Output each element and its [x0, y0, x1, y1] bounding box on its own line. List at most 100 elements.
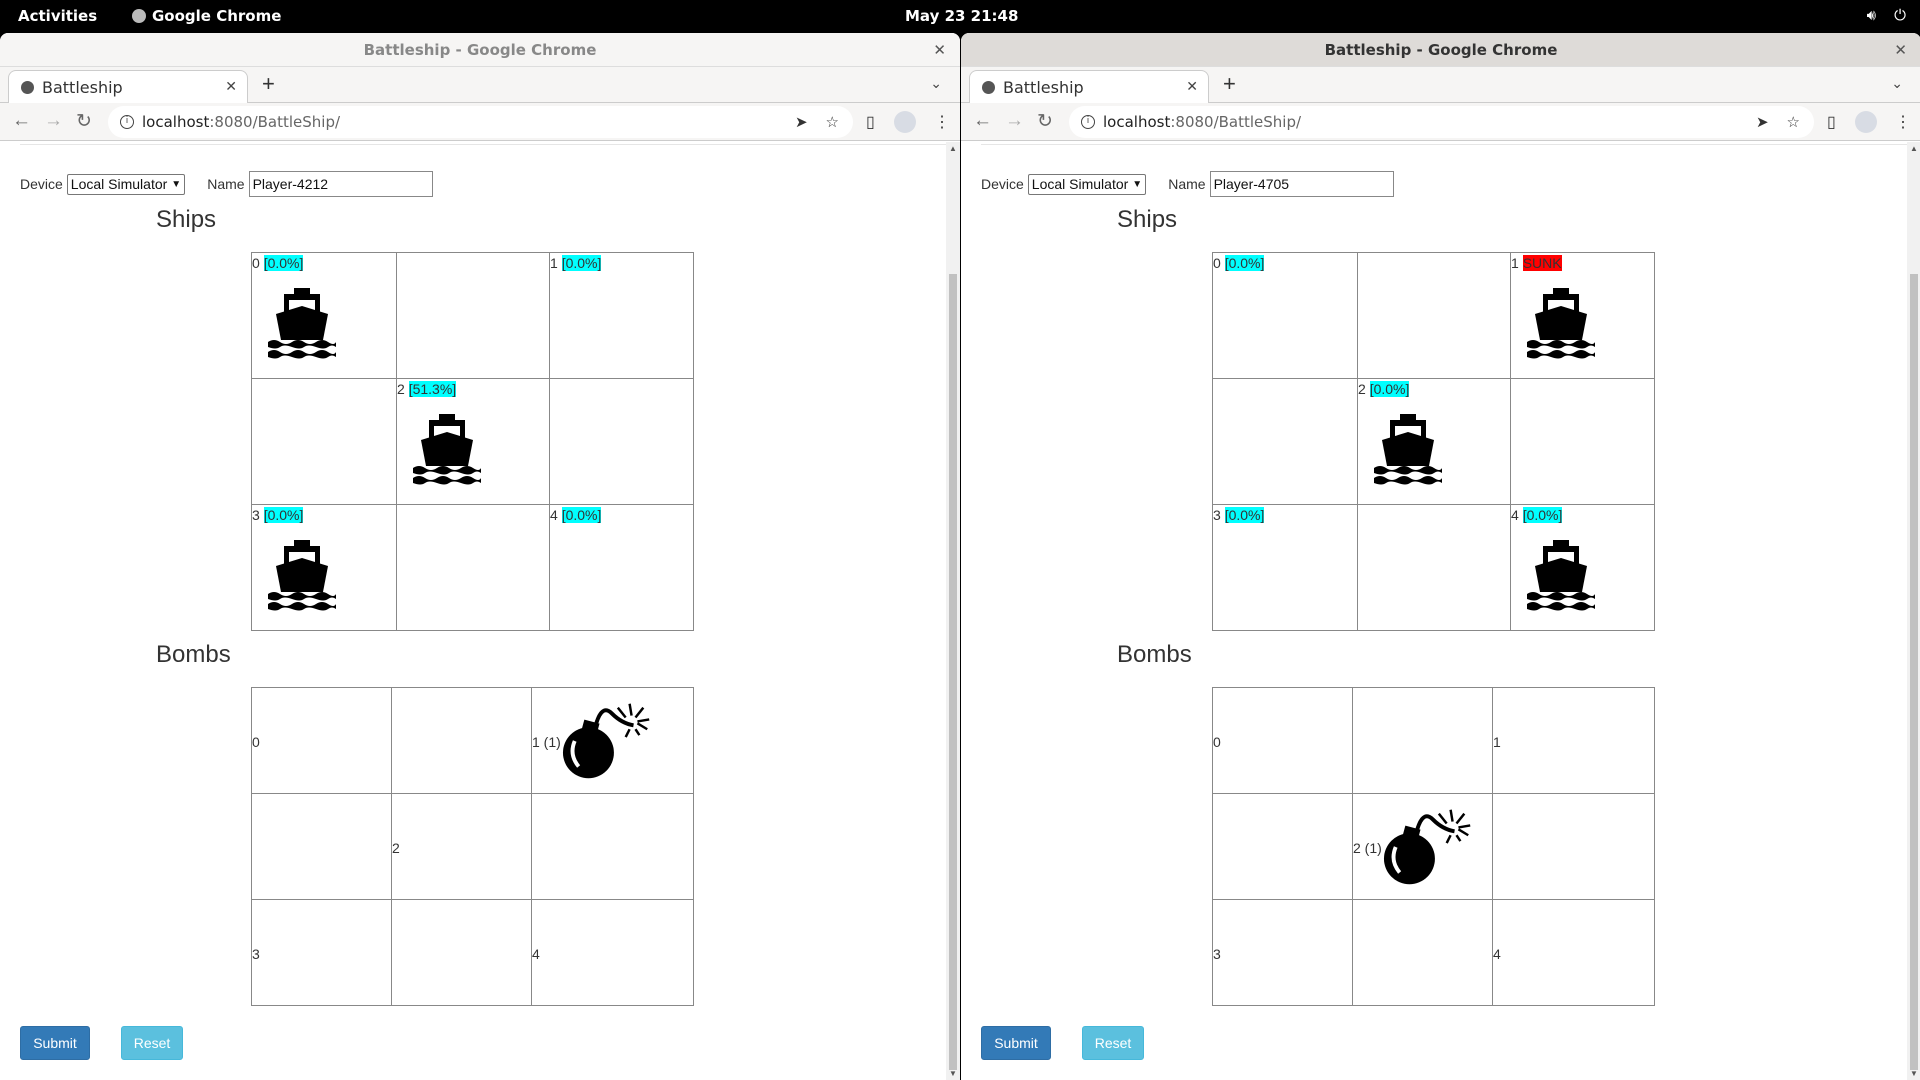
bomb-cell[interactable]: 1: [1492, 687, 1655, 794]
ship-cell[interactable]: 0 [0.0%]: [1212, 252, 1358, 379]
profile-avatar-icon[interactable]: [894, 111, 916, 133]
profile-avatar-icon[interactable]: [1855, 111, 1877, 133]
back-icon[interactable]: ←: [12, 110, 31, 132]
ship-cell[interactable]: [251, 378, 397, 505]
grid-row: 34: [251, 899, 694, 1006]
power-icon[interactable]: ⏻: [1894, 6, 1906, 24]
reload-icon[interactable]: ↻: [76, 110, 92, 133]
ship-cell[interactable]: 1 SUNK: [1510, 252, 1655, 379]
name-input[interactable]: Player-4212: [248, 171, 433, 197]
bookmark-star-icon[interactable]: ☆: [1787, 113, 1800, 131]
side-panel-icon[interactable]: ▯: [1827, 112, 1836, 132]
device-select[interactable]: Local Simulator ▼: [1027, 173, 1147, 195]
bomb-cell[interactable]: [1212, 793, 1353, 900]
ship-cell[interactable]: 4 [0.0%]: [1510, 504, 1655, 631]
ship-cell[interactable]: [1357, 504, 1511, 631]
send-icon[interactable]: ➤: [1756, 113, 1769, 131]
scroll-up-icon[interactable]: ▲: [1910, 144, 1918, 153]
info-icon[interactable]: i: [120, 115, 134, 129]
bomb-cell[interactable]: 2: [391, 793, 532, 900]
bomb-cell[interactable]: [251, 793, 392, 900]
window-titlebar[interactable]: Battleship - Google Chrome ✕: [961, 33, 1920, 67]
bomb-cell[interactable]: 3: [251, 899, 392, 1006]
ship-number: 1: [550, 255, 558, 271]
bookmark-star-icon[interactable]: ☆: [826, 113, 839, 131]
ship-cell[interactable]: 2 [0.0%]: [1357, 378, 1511, 505]
clock[interactable]: May 23 21:48: [905, 7, 1018, 25]
ship-cell[interactable]: [396, 252, 550, 379]
volume-icon[interactable]: 🔊︎: [1867, 6, 1876, 24]
ship-cell[interactable]: 1 [0.0%]: [549, 252, 694, 379]
ships-grid: 0 [0.0%] 1 [0.0%] 2 [51.3%] 3 [0.0%] 4 [0.0%…: [251, 252, 694, 631]
submit-button[interactable]: Submit: [20, 1026, 90, 1060]
bomb-cell[interactable]: 4: [1492, 899, 1655, 1006]
ship-cell[interactable]: 0 [0.0%]: [251, 252, 397, 379]
window-titlebar[interactable]: Battleship - Google Chrome ✕: [0, 33, 960, 67]
bomb-cell[interactable]: 2 (1): [1352, 793, 1493, 900]
scrollbar-thumb[interactable]: [1910, 274, 1918, 1070]
close-window-icon[interactable]: ✕: [1894, 33, 1907, 67]
back-icon[interactable]: ←: [973, 110, 992, 132]
scroll-up-icon[interactable]: ▲: [949, 144, 957, 153]
bomb-cell[interactable]: 0: [251, 687, 392, 794]
ship-cell[interactable]: [1510, 378, 1655, 505]
tab-battleship[interactable]: Battleship ✕: [969, 70, 1209, 103]
bomb-cell[interactable]: [391, 687, 532, 794]
ship-cell[interactable]: 2 [51.3%]: [396, 378, 550, 505]
bomb-cell[interactable]: [1352, 899, 1493, 1006]
tab-search-chevron-icon[interactable]: ⌄: [1891, 75, 1903, 92]
forward-icon[interactable]: →: [44, 110, 63, 132]
grid-row: 01: [1212, 687, 1655, 794]
ship-cell[interactable]: [1357, 252, 1511, 379]
scrollbar[interactable]: ▲ ▼: [946, 142, 960, 1080]
new-tab-button[interactable]: +: [1223, 71, 1236, 97]
new-tab-button[interactable]: +: [262, 71, 275, 97]
bomb-cell[interactable]: 0: [1212, 687, 1353, 794]
bomb-cell[interactable]: [1492, 793, 1655, 900]
close-tab-icon[interactable]: ✕: [225, 79, 237, 95]
reset-button[interactable]: Reset: [1082, 1026, 1144, 1060]
globe-icon: [982, 80, 995, 94]
close-tab-icon[interactable]: ✕: [1186, 79, 1198, 95]
scrollbar[interactable]: ▲ ▼: [1907, 142, 1920, 1080]
ship-number: 0: [1213, 255, 1221, 271]
info-icon[interactable]: i: [1081, 115, 1095, 129]
menu-kebab-icon[interactable]: ⋮: [1895, 112, 1911, 132]
ship-cell[interactable]: 3 [0.0%]: [1212, 504, 1358, 631]
submit-button[interactable]: Submit: [981, 1026, 1051, 1060]
forward-icon[interactable]: →: [1005, 110, 1024, 132]
send-icon[interactable]: ➤: [795, 113, 808, 131]
tab-search-chevron-icon[interactable]: ⌄: [930, 75, 942, 92]
toolbar: ← → ↻ i localhost:8080/BattleShip/ ➤ ☆ ▯ ⋮: [0, 103, 960, 141]
name-input[interactable]: Player-4705: [1209, 171, 1394, 197]
device-select[interactable]: Local Simulator ▼: [66, 173, 186, 195]
ship-cell[interactable]: 3 [0.0%]: [251, 504, 397, 631]
ship-cell[interactable]: [396, 504, 550, 631]
bomb-cell[interactable]: 4: [531, 899, 694, 1006]
ship-cell[interactable]: 4 [0.0%]: [549, 504, 694, 631]
tab-battleship[interactable]: Battleship ✕: [8, 70, 248, 103]
menu-kebab-icon[interactable]: ⋮: [934, 112, 950, 132]
close-window-icon[interactable]: ✕: [933, 33, 946, 67]
reload-icon[interactable]: ↻: [1037, 110, 1053, 133]
side-panel-icon[interactable]: ▯: [866, 112, 875, 132]
bomb-cell[interactable]: [391, 899, 532, 1006]
app-menu[interactable]: Google Chrome: [132, 7, 281, 25]
address-bar[interactable]: i localhost:8080/BattleShip/ ➤ ☆: [1069, 106, 1814, 138]
address-bar[interactable]: i localhost:8080/BattleShip/ ➤ ☆: [108, 106, 853, 138]
bomb-cell[interactable]: 1 (1): [531, 687, 694, 794]
scroll-down-icon[interactable]: ▼: [949, 1069, 957, 1078]
reset-button[interactable]: Reset: [121, 1026, 183, 1060]
bomb-cell[interactable]: 3: [1212, 899, 1353, 1006]
ship-icon: [268, 540, 336, 611]
device-select-value: Local Simulator: [1031, 176, 1129, 192]
scroll-down-icon[interactable]: ▼: [1910, 1069, 1918, 1078]
bomb-cell[interactable]: [1352, 687, 1493, 794]
scrollbar-thumb[interactable]: [949, 274, 957, 1070]
ship-cell[interactable]: [549, 378, 694, 505]
ship-cell[interactable]: [1212, 378, 1358, 505]
ship-number: 3: [252, 507, 260, 523]
activities-button[interactable]: Activities: [18, 7, 97, 25]
system-tray[interactable]: 🔊︎ ⏻: [1867, 6, 1906, 24]
bomb-cell[interactable]: [531, 793, 694, 900]
